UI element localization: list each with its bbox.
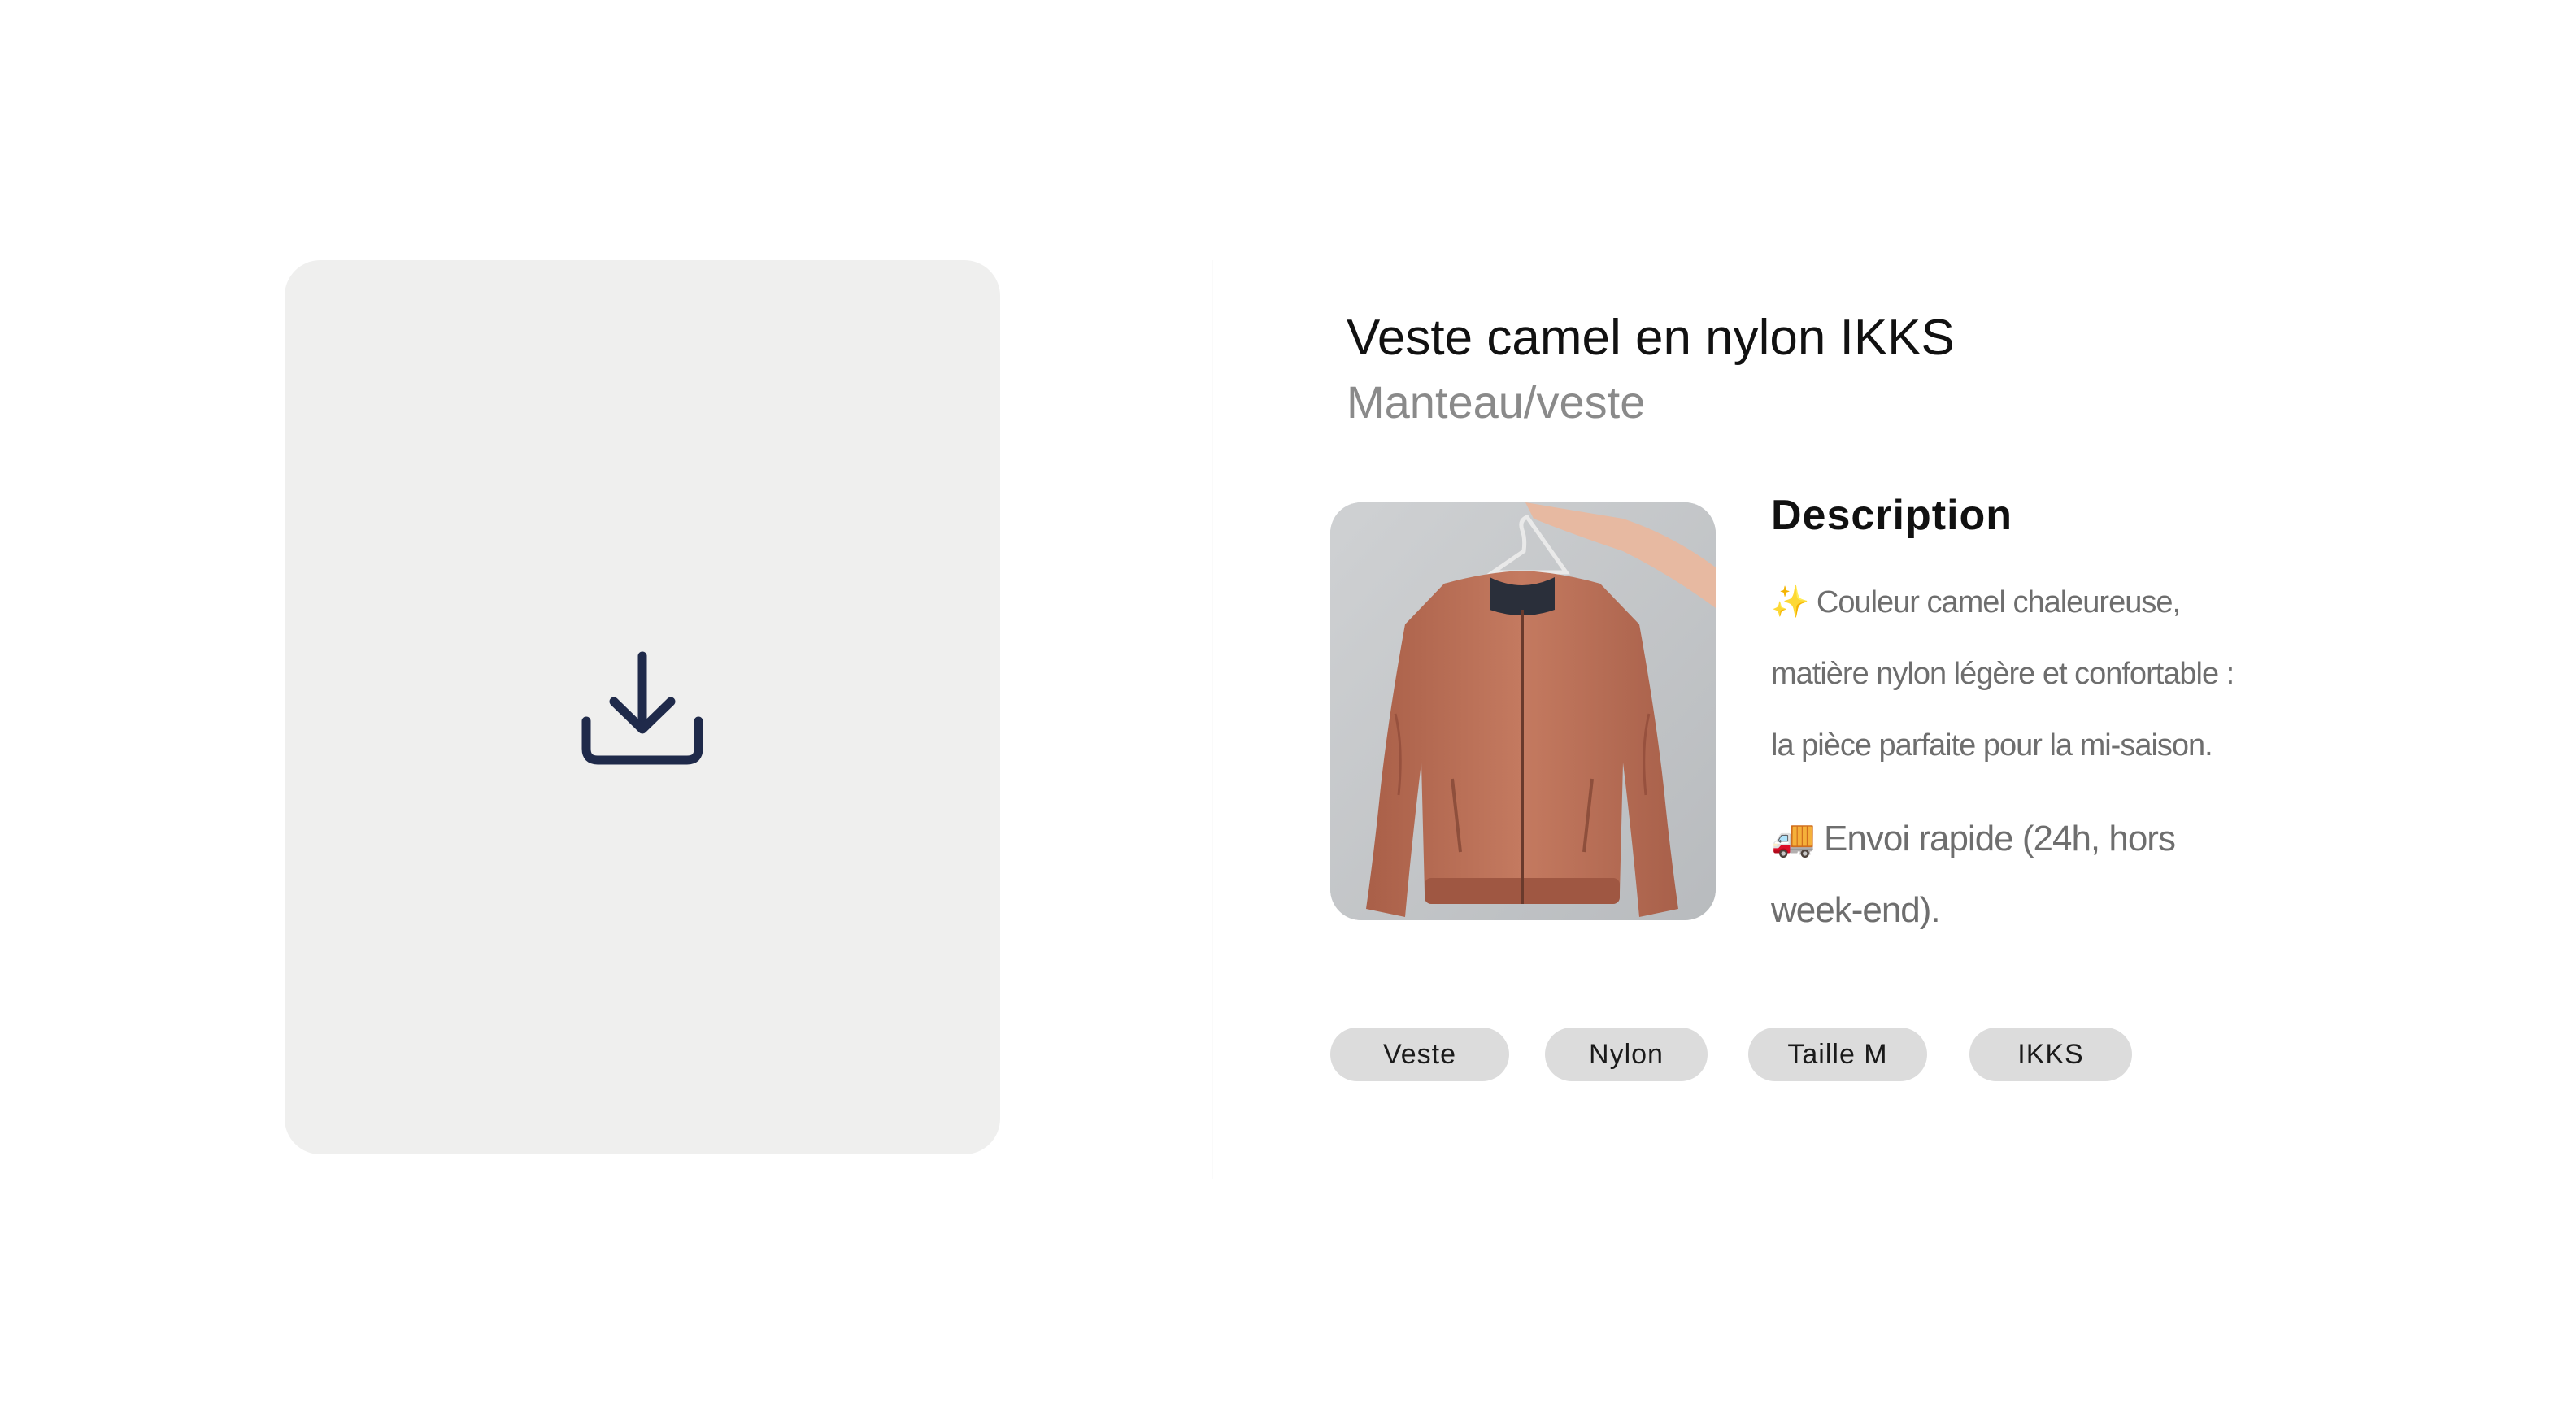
tag-nylon[interactable]: Nylon bbox=[1545, 1028, 1708, 1081]
shipping-info: 🚚 Envoi rapide (24h, hors week-end). bbox=[1771, 803, 2259, 946]
tag-taille[interactable]: Taille M bbox=[1748, 1028, 1927, 1081]
section-divider bbox=[1212, 260, 1213, 1179]
description-text: ✨ Couleur camel chaleureuse, matière nyl… bbox=[1771, 566, 2340, 781]
tag-brand[interactable]: IKKS bbox=[1969, 1028, 2132, 1081]
download-icon bbox=[581, 651, 703, 765]
description-line-1: ✨ Couleur camel chaleureuse, bbox=[1771, 566, 2340, 638]
description-line-3: la pièce parfaite pour la mi-saison. bbox=[1771, 728, 2213, 763]
jacket-photo-illustration bbox=[1330, 502, 1716, 920]
sparkle-icon: ✨ bbox=[1771, 584, 1809, 619]
product-title: Veste camel en nylon IKKS bbox=[1347, 310, 1955, 366]
truck-icon: 🚚 bbox=[1771, 818, 1816, 859]
description-line-2: matière nylon légère et confortable : bbox=[1771, 657, 2234, 691]
shipping-line-2: week-end). bbox=[1771, 890, 1941, 930]
product-page: Veste camel en nylon IKKS Manteau/veste bbox=[0, 0, 2576, 1408]
shipping-line-1: 🚚 Envoi rapide (24h, hors bbox=[1771, 803, 2259, 875]
image-upload-area[interactable] bbox=[285, 260, 1000, 1154]
product-category: Manteau/veste bbox=[1347, 376, 1646, 428]
shipping-line-1-text: Envoi rapide (24h, hors bbox=[1824, 819, 2176, 858]
product-photo[interactable] bbox=[1330, 502, 1716, 920]
description-line-1-text: Couleur camel chaleureuse, bbox=[1816, 585, 2181, 619]
description-heading: Description bbox=[1771, 492, 2013, 539]
tag-veste[interactable]: Veste bbox=[1330, 1028, 1509, 1081]
